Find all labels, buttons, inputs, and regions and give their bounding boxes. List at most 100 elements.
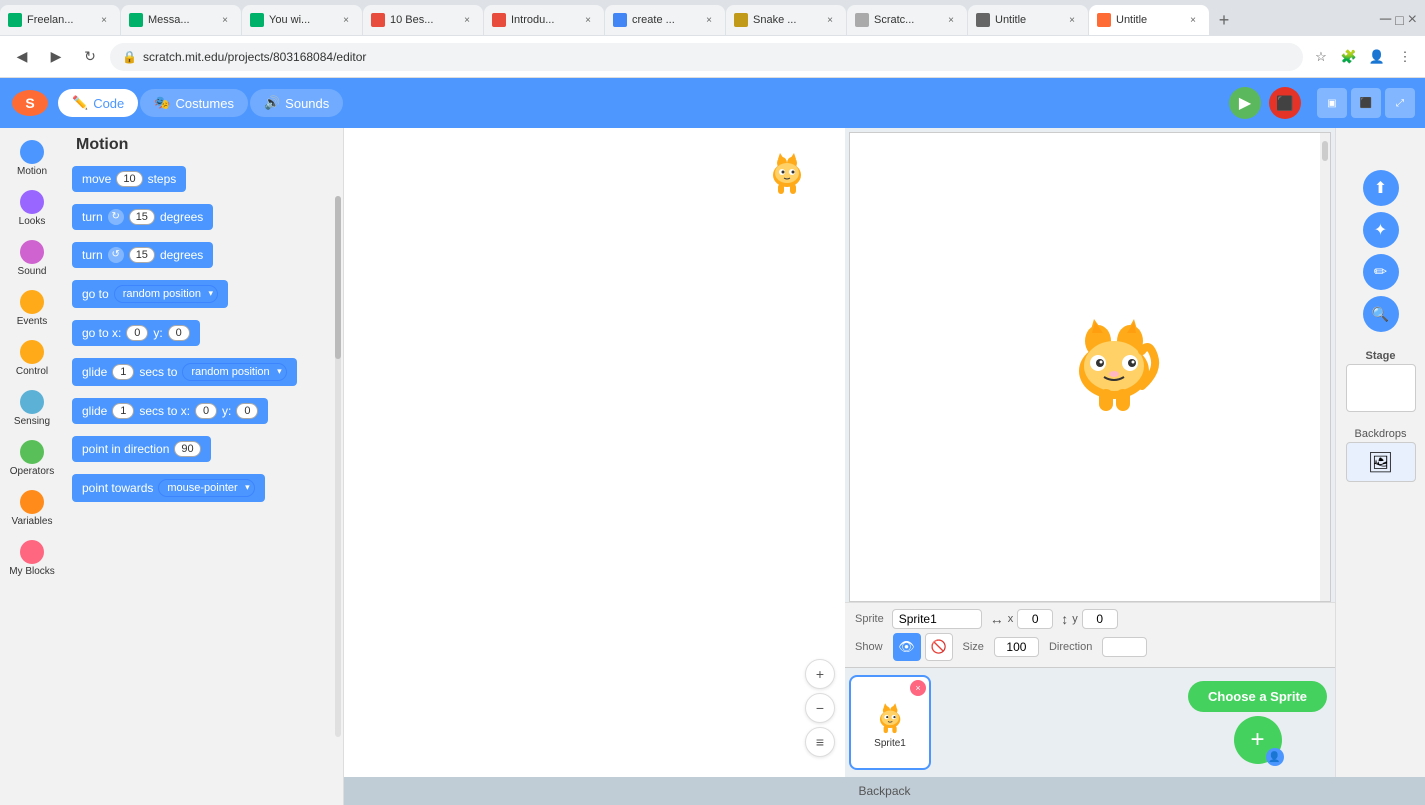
category-variables[interactable]: Variables: [3, 486, 61, 532]
canvas-cat-svg: [760, 143, 815, 198]
category-looks[interactable]: Looks: [3, 186, 61, 232]
tab-costumes[interactable]: 🎭 Costumes: [140, 89, 248, 117]
tab-10[interactable]: Untitle ×: [1089, 5, 1209, 35]
category-operators[interactable]: Operators: [3, 436, 61, 482]
extensions-button[interactable]: 🧩: [1337, 45, 1361, 69]
code-tab-icon: ✏️: [72, 95, 88, 111]
sprite1-thumbnail[interactable]: ×: [849, 675, 931, 770]
close-button[interactable]: ×: [1408, 11, 1417, 29]
backpack-bar[interactable]: Backpack: [344, 777, 1425, 805]
full-stage-button[interactable]: ⬛: [1351, 88, 1381, 118]
rotate-cw-icon: ↻: [108, 209, 124, 225]
stage-right-search-button[interactable]: 🔍: [1363, 296, 1399, 332]
tab-6-close[interactable]: ×: [701, 12, 717, 28]
point-dir-input[interactable]: 90: [174, 441, 200, 457]
glide-xy-secs-input[interactable]: 1: [112, 403, 134, 419]
tab-1-close[interactable]: ×: [96, 12, 112, 28]
block-turn-cw[interactable]: turn ↻ 15 degrees: [72, 204, 335, 236]
tab-8-close[interactable]: ×: [943, 12, 959, 28]
profile-button[interactable]: 👤: [1365, 45, 1389, 69]
zoom-in-button[interactable]: +: [805, 659, 835, 689]
glide-xy-y-input[interactable]: 0: [236, 403, 258, 419]
tab-2[interactable]: Messa... ×: [121, 5, 241, 35]
block-move[interactable]: move 10 steps: [72, 166, 335, 198]
size-input[interactable]: [994, 637, 1039, 657]
tab-3-close[interactable]: ×: [338, 12, 354, 28]
turn-cw-degrees-input[interactable]: 15: [129, 209, 155, 225]
stop-button[interactable]: ⬛: [1269, 87, 1301, 119]
tab-4[interactable]: 10 Bes... ×: [363, 5, 483, 35]
new-tab-button[interactable]: +: [1210, 6, 1238, 34]
tab-8[interactable]: Scratc... ×: [847, 5, 967, 35]
category-myblocks[interactable]: My Blocks: [3, 536, 61, 582]
tab-1[interactable]: Freelan... ×: [0, 5, 120, 35]
stage-scrollbar-thumb[interactable]: [1322, 141, 1328, 161]
tab-4-close[interactable]: ×: [459, 12, 475, 28]
goto-y-input[interactable]: 0: [168, 325, 190, 341]
reload-button[interactable]: ↻: [76, 43, 104, 71]
tab-sounds[interactable]: 🔊 Sounds: [250, 89, 343, 117]
point-towards-dropdown[interactable]: mouse-pointer: [158, 479, 254, 497]
category-sound[interactable]: Sound: [3, 236, 61, 282]
small-stage-button[interactable]: ▣: [1317, 88, 1347, 118]
maximize-button[interactable]: □: [1395, 12, 1403, 28]
tab-2-close[interactable]: ×: [217, 12, 233, 28]
sprite-name-input[interactable]: [892, 609, 982, 629]
block-turn-ccw[interactable]: turn ↺ 15 degrees: [72, 242, 335, 274]
category-events[interactable]: Events: [3, 286, 61, 332]
show-visible-button[interactable]: 👁: [893, 633, 921, 661]
minimize-button[interactable]: ─: [1380, 11, 1391, 29]
stage-thumbnail[interactable]: [1346, 364, 1416, 412]
choose-sprite-button[interactable]: Choose a Sprite: [1188, 681, 1327, 712]
tab-3[interactable]: You wi... ×: [242, 5, 362, 35]
myblocks-label: My Blocks: [9, 566, 55, 578]
block-goto-xy[interactable]: go to x: 0 y: 0: [72, 320, 335, 352]
goto-x-input[interactable]: 0: [126, 325, 148, 341]
stage-right-add-button[interactable]: ✦: [1363, 212, 1399, 248]
goto-dropdown[interactable]: random position: [114, 285, 218, 303]
x-input[interactable]: [1017, 609, 1053, 629]
tab-10-close[interactable]: ×: [1185, 12, 1201, 28]
green-flag-button[interactable]: ▶: [1229, 87, 1261, 119]
menu-button[interactable]: ⋮: [1393, 45, 1417, 69]
tab-6[interactable]: create ... ×: [605, 5, 725, 35]
tab-9-close[interactable]: ×: [1064, 12, 1080, 28]
back-button[interactable]: ◀: [8, 43, 36, 71]
tab-9[interactable]: Untitle ×: [968, 5, 1088, 35]
block-goto[interactable]: go to random position: [72, 280, 335, 314]
stage-right-paint-button[interactable]: ✏: [1363, 254, 1399, 290]
tab-code[interactable]: ✏️ Code: [58, 89, 138, 117]
zoom-reset-button[interactable]: ≡: [805, 727, 835, 757]
y-input[interactable]: [1082, 609, 1118, 629]
script-area[interactable]: + − ≡: [344, 128, 845, 777]
category-control[interactable]: Control: [3, 336, 61, 382]
block-glide-to[interactable]: glide 1 secs to random position: [72, 358, 335, 392]
forward-button[interactable]: ▶: [42, 43, 70, 71]
block-glide-xy[interactable]: glide 1 secs to x: 0 y: 0: [72, 398, 335, 430]
show-hidden-button[interactable]: 🚫: [925, 633, 953, 661]
glide-dropdown[interactable]: random position: [182, 363, 286, 381]
tab-7-close[interactable]: ×: [822, 12, 838, 28]
bookmark-star-button[interactable]: ☆: [1309, 45, 1333, 69]
sprite1-name: Sprite1: [874, 738, 906, 749]
block-point-dir[interactable]: point in direction 90: [72, 436, 335, 468]
stage-right-upload-button[interactable]: ⬆: [1363, 170, 1399, 206]
tab-7[interactable]: Snake ... ×: [726, 5, 846, 35]
address-bar[interactable]: 🔒 scratch.mit.edu/projects/803168084/edi…: [110, 43, 1303, 71]
fullscreen-button[interactable]: ⤢: [1385, 88, 1415, 118]
direction-input[interactable]: [1102, 637, 1147, 657]
sprite1-delete-button[interactable]: ×: [910, 680, 926, 696]
category-motion[interactable]: Motion: [3, 136, 61, 182]
add-sprite-circle-button[interactable]: + 👤: [1234, 716, 1282, 764]
palette-scrollbar-thumb[interactable]: [335, 196, 341, 358]
tab-5[interactable]: Introdu... ×: [484, 5, 604, 35]
glide-secs-input[interactable]: 1: [112, 364, 134, 380]
category-sensing[interactable]: Sensing: [3, 386, 61, 432]
glide-xy-x-input[interactable]: 0: [195, 403, 217, 419]
block-point-towards[interactable]: point towards mouse-pointer: [72, 474, 335, 508]
move-steps-input[interactable]: 10: [116, 171, 142, 187]
tab-5-close[interactable]: ×: [580, 12, 596, 28]
turn-ccw-degrees-input[interactable]: 15: [129, 247, 155, 263]
zoom-out-button[interactable]: −: [805, 693, 835, 723]
backdrops-thumbnail[interactable]: 🖼: [1346, 442, 1416, 482]
